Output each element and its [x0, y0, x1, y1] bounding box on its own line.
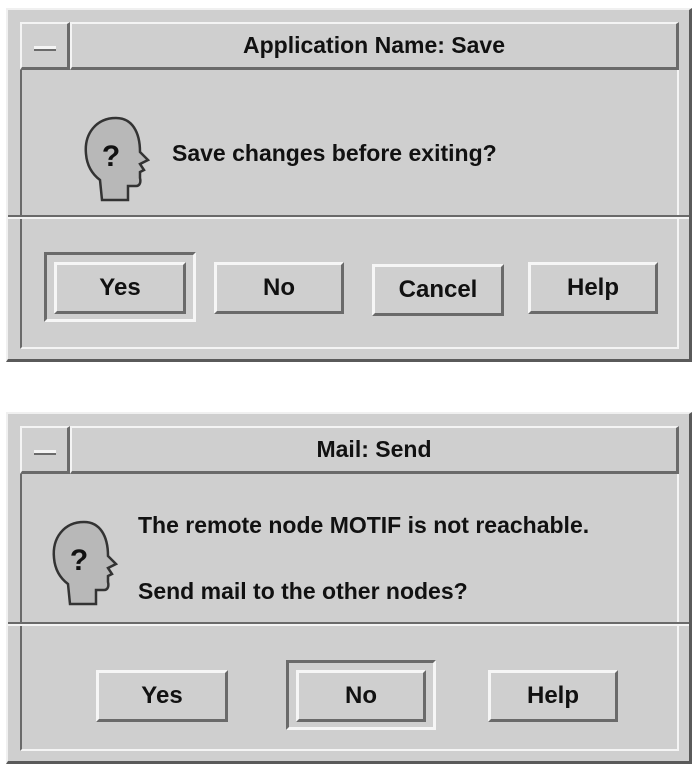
dialog-title[interactable]: Mail: Send	[70, 426, 679, 474]
save-dialog: Application Name: Save ? Save changes be…	[6, 8, 692, 362]
help-button[interactable]: Help	[488, 670, 618, 722]
no-button[interactable]: No	[214, 262, 344, 314]
question-head-icon: ?	[84, 116, 151, 202]
no-button[interactable]: No	[296, 670, 426, 722]
dialog-message-line-1: The remote node MOTIF is not reachable.	[138, 512, 590, 538]
title-bar[interactable]: Mail: Send	[20, 426, 679, 474]
svg-text:?: ?	[70, 544, 88, 577]
window-menu-icon	[34, 46, 56, 51]
window-menu-button[interactable]	[20, 426, 70, 474]
window-menu-icon	[34, 450, 56, 455]
yes-button[interactable]: Yes	[96, 670, 228, 722]
yes-button[interactable]: Yes	[54, 262, 186, 314]
separator	[8, 215, 689, 219]
dialog-message-line-2: Send mail to the other nodes?	[138, 578, 468, 604]
mail-send-dialog: Mail: Send ? The remote node MOTIF is no…	[6, 412, 692, 764]
question-head-icon: ?	[52, 520, 119, 606]
title-bar[interactable]: Application Name: Save	[20, 22, 679, 70]
help-button[interactable]: Help	[528, 262, 658, 314]
separator	[8, 622, 689, 626]
cancel-button[interactable]: Cancel	[372, 264, 504, 316]
svg-text:?: ?	[102, 140, 120, 173]
dialog-title[interactable]: Application Name: Save	[70, 22, 679, 70]
dialog-message: Save changes before exiting?	[172, 140, 497, 166]
window-menu-button[interactable]	[20, 22, 70, 70]
